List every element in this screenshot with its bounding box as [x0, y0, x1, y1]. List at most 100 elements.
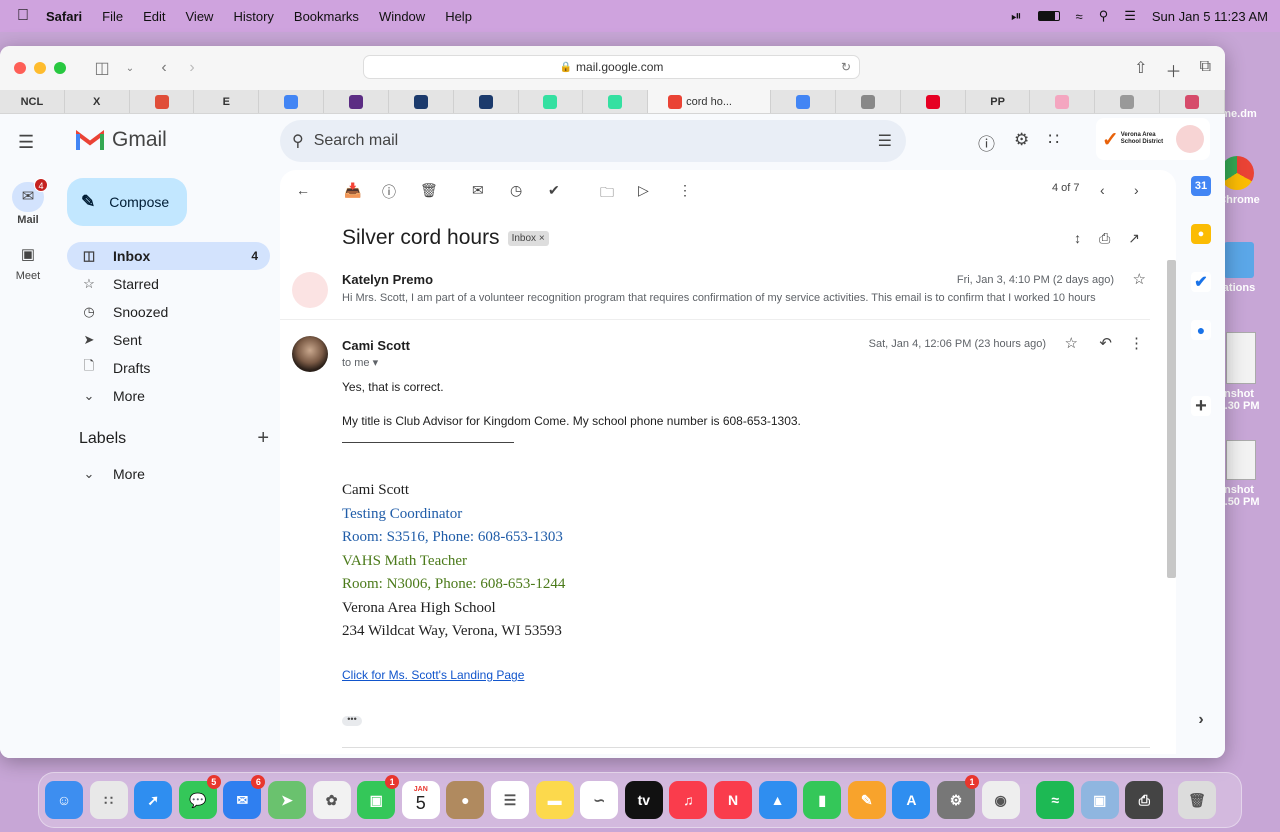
dock-appstore-app[interactable]: A — [892, 781, 931, 819]
dock-notes-app[interactable]: ▬ — [535, 781, 574, 819]
scrollbar[interactable] — [1167, 260, 1176, 578]
dock-printer-app[interactable]: ⎙ — [1125, 781, 1164, 819]
back-button[interactable]: ‹ — [150, 59, 178, 77]
apple-icon[interactable]:  — [0, 7, 46, 25]
close-window-button[interactable] — [14, 62, 26, 74]
dock-calendar-app[interactable]: JAN 5 — [401, 781, 440, 819]
dock-tv-app[interactable]: tv — [624, 781, 663, 819]
close-icon[interactable]: × — [539, 233, 545, 244]
reply-icon[interactable]: ↶ — [1099, 334, 1112, 352]
browser-tab[interactable] — [259, 90, 325, 113]
more-vert-icon[interactable]: ⋮ — [678, 182, 692, 199]
star-icon[interactable]: ☆ — [1133, 270, 1146, 288]
more-vert-icon[interactable]: ⋮ — [1129, 334, 1144, 352]
dock-safari-app[interactable]: ➚ — [134, 781, 173, 819]
add-addon-icon[interactable]: + — [1191, 395, 1211, 417]
rail-meet[interactable]: ▣ Meet — [0, 240, 56, 282]
expand-all-icon[interactable]: ↕ — [1074, 230, 1081, 247]
nav-item-drafts[interactable]: 🗋 Drafts — [67, 354, 270, 382]
battery-icon[interactable] — [1037, 11, 1060, 21]
new-tab-icon[interactable]: ＋ — [1166, 58, 1182, 82]
dock-freeform-app[interactable]: ∽ — [580, 781, 619, 819]
chevron-down-icon[interactable]: ⌄ — [116, 63, 144, 74]
browser-tab[interactable] — [389, 90, 454, 113]
share-icon[interactable]: ⇧ — [1134, 58, 1147, 82]
dock-photos-app[interactable]: ✿ — [312, 781, 351, 819]
open-new-window-icon[interactable]: ↗ — [1128, 230, 1140, 247]
star-icon[interactable]: ☆ — [1065, 334, 1078, 352]
dock-trash-app[interactable]: 🗑 — [1178, 781, 1216, 819]
tab-overview-icon[interactable]: ⧉ — [1200, 58, 1211, 82]
show-trimmed-button[interactable]: ••• — [342, 715, 362, 726]
snooze-icon[interactable]: ◷ — [510, 182, 522, 199]
browser-tab[interactable] — [1030, 90, 1096, 113]
minimize-window-button[interactable] — [34, 62, 46, 74]
contacts-icon[interactable]: ● — [1191, 320, 1211, 340]
play-icon[interactable]: ⏯ — [1011, 8, 1021, 24]
menu-window[interactable]: Window — [379, 9, 425, 24]
compose-button[interactable]: ✎ Compose — [67, 178, 187, 226]
dock-spotify-app[interactable]: ≈ — [1036, 781, 1075, 819]
gmail-logo[interactable]: Gmail — [76, 128, 167, 152]
menu-file[interactable]: File — [102, 9, 123, 24]
search-input[interactable]: Search mail — [314, 132, 398, 150]
browser-tab[interactable] — [130, 90, 195, 113]
dock-finder-app[interactable]: ☺ — [45, 781, 83, 819]
report-spam-icon[interactable]: ⓘ — [382, 182, 396, 202]
inbox-chip[interactable]: Inbox × — [507, 230, 549, 246]
mark-unread-icon[interactable]: ✉ — [472, 182, 484, 199]
control-center-icon[interactable]: ☰ — [1124, 8, 1136, 24]
browser-tab[interactable] — [519, 90, 584, 113]
dock-contacts-app[interactable]: ● — [446, 781, 485, 819]
menu-bookmarks[interactable]: Bookmarks — [294, 9, 359, 24]
browser-tab[interactable] — [324, 90, 389, 113]
browser-tab[interactable] — [583, 90, 649, 113]
older-chevron-icon[interactable]: › — [1134, 182, 1139, 198]
browser-tab[interactable] — [771, 90, 837, 113]
add-label-icon[interactable]: + — [257, 427, 269, 450]
menu-history[interactable]: History — [233, 9, 273, 24]
dock-mail-app[interactable]: ✉ 6 — [223, 775, 266, 819]
avatar[interactable] — [1176, 125, 1204, 153]
dock-settings-app[interactable]: ⚙ 1 — [937, 775, 979, 819]
menu-edit[interactable]: Edit — [143, 9, 165, 24]
browser-tab[interactable] — [836, 90, 901, 113]
add-task-icon[interactable]: ✔ — [548, 182, 560, 199]
back-arrow-icon[interactable]: ← — [296, 182, 310, 198]
nav-item-more[interactable]: ⌄ More — [67, 382, 270, 410]
dock-reminders-app[interactable]: ☰ — [491, 781, 529, 819]
nav-item-starred[interactable]: ☆ Starred — [67, 270, 270, 298]
reload-icon[interactable]: ↻ — [841, 60, 851, 74]
dock-keynote-app[interactable]: ▲ — [758, 781, 797, 819]
chevron-right-icon[interactable]: › — [1191, 710, 1211, 730]
search-icon[interactable]: ⚲ — [1099, 8, 1109, 24]
help-icon[interactable]: ⓘ — [978, 130, 995, 155]
dock-chrome-app[interactable]: ◉ — [981, 781, 1020, 819]
browser-tab[interactable] — [901, 90, 966, 113]
delete-icon[interactable]: 🗑 — [420, 182, 438, 199]
search-options-icon[interactable]: ☰ — [878, 131, 892, 151]
gear-icon[interactable]: ⚙ — [1014, 130, 1029, 155]
dock-launchpad-app[interactable]: ∷ — [89, 781, 128, 819]
menu-datetime[interactable]: Sun Jan 5 11:23 AM — [1152, 9, 1268, 24]
browser-tab[interactable]: X — [65, 90, 130, 113]
browser-tab[interactable]: NCL — [0, 90, 65, 113]
nav-item-snoozed[interactable]: ◷ Snoozed — [67, 298, 270, 326]
browser-tab[interactable]: cord ho... — [648, 90, 772, 113]
menu-app-name[interactable]: Safari — [46, 9, 82, 24]
keep-icon[interactable]: ● — [1191, 224, 1211, 244]
account-switcher[interactable]: ✓ Verona Area School District — [1096, 118, 1210, 160]
dock-messages-app[interactable]: 💬 5 — [178, 775, 221, 819]
dock-preview-app[interactable]: ▣ — [1080, 781, 1119, 819]
label-icon[interactable]: ▷ — [638, 182, 649, 199]
archive-icon[interactable]: 📥 — [344, 182, 361, 199]
menu-help[interactable]: Help — [445, 9, 472, 24]
nav-item-inbox[interactable]: ◫ Inbox 4 — [67, 242, 270, 270]
dock-music-app[interactable]: ♫ — [669, 781, 708, 819]
browser-tab[interactable] — [1160, 90, 1225, 113]
menu-icon[interactable]: ☰ — [18, 132, 34, 153]
dock-news-app[interactable]: N — [714, 781, 752, 819]
browser-tab[interactable] — [1095, 90, 1161, 113]
wifi-icon[interactable]: ≈ — [1076, 9, 1083, 24]
tasks-icon[interactable]: ✔ — [1191, 272, 1211, 292]
